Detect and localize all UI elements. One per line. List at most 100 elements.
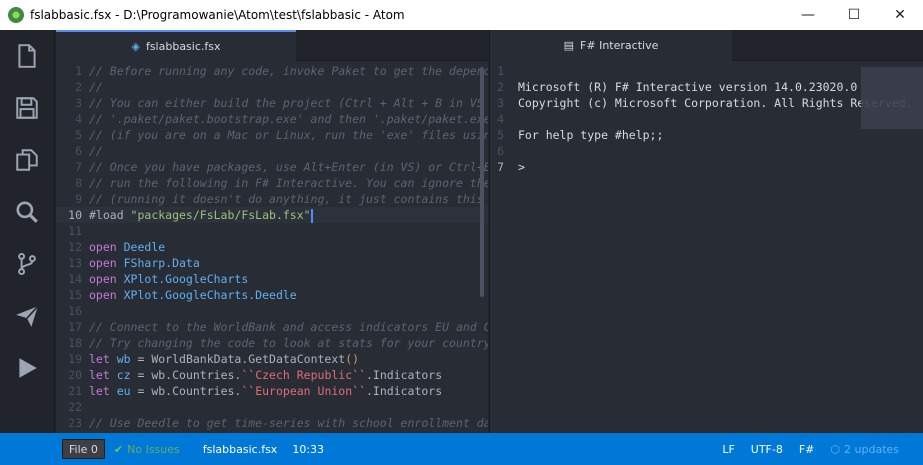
line-number: 1 xyxy=(75,64,82,78)
console-line[interactable]: 3 Copyright (c) Microsoft Corporation. Al… xyxy=(490,95,923,111)
line-number: 11 xyxy=(68,224,82,238)
encoding[interactable]: UTF-8 xyxy=(751,443,783,456)
cursor-position[interactable]: 10:33 xyxy=(292,443,324,456)
line-source: // xyxy=(89,143,103,159)
code-token: #load xyxy=(89,208,131,222)
package-icon: ⬡ xyxy=(830,442,841,456)
line-source: // (running it doesn't do anything, it j… xyxy=(89,191,484,207)
code-editor[interactable]: 1 // Before running any code, invoke Pake… xyxy=(56,61,488,433)
tab-fslabbasic[interactable]: ◈ fslabbasic.fsx xyxy=(56,30,296,61)
code-line[interactable]: 5 // (if you are on a Mac or Linux, run t… xyxy=(56,127,488,143)
code-line[interactable]: 10 #load "packages/FsLab/FsLab.fsx" xyxy=(56,207,488,223)
line-ending[interactable]: LF xyxy=(722,443,734,456)
console-line[interactable]: 7 > xyxy=(490,159,923,175)
code-line[interactable]: 23 // Use Deedle to get time-series with … xyxy=(56,415,488,431)
line-number: 19 xyxy=(68,352,82,366)
minimap[interactable] xyxy=(861,67,923,129)
code-token: XPlot.GoogleCharts.Deedle xyxy=(123,288,297,302)
code-token: // Use Deedle to get time-series with sc… xyxy=(89,416,488,430)
save-icon[interactable] xyxy=(13,94,41,122)
line-source: // '.paket/paket.bootstrap.exe' and then… xyxy=(89,111,488,127)
tab-label: F# Interactive xyxy=(580,39,659,52)
line-source: // Once you have packages, use Alt+Enter… xyxy=(89,159,488,175)
code-line[interactable]: 3 // You can either build the project (Ct… xyxy=(56,95,488,111)
grammar[interactable]: F# xyxy=(799,443,815,456)
copy-icon[interactable] xyxy=(13,146,41,174)
code-line[interactable]: 22 xyxy=(56,399,488,415)
line-number: 3 xyxy=(75,96,82,110)
editor-scrollbar[interactable] xyxy=(480,67,484,297)
code-line[interactable]: 20 let cz = wb.Countries.``Czech Republic… xyxy=(56,367,488,383)
line-number: 8 xyxy=(75,176,82,190)
code-token: () xyxy=(345,352,360,366)
code-line[interactable]: 17 // Connect to the WorldBank and access… xyxy=(56,319,488,335)
code-token: European Union xyxy=(255,384,353,398)
line-number: 4 xyxy=(497,112,504,126)
console-line[interactable]: 4 xyxy=(490,111,923,127)
git-branch-icon[interactable] xyxy=(13,250,41,278)
fsi-console[interactable]: 1 2 Microsoft (R) F# Interactive version 1… xyxy=(490,61,923,433)
console-line[interactable]: 1 xyxy=(490,63,923,79)
code-line[interactable]: 7 // Once you have packages, use Alt+Ente… xyxy=(56,159,488,175)
code-token: Czech Republic xyxy=(255,368,353,382)
search-icon[interactable] xyxy=(13,198,41,226)
line-number: 9 xyxy=(75,192,82,206)
code-token: = WorldBankData.GetDataContext xyxy=(130,352,346,366)
maximize-button[interactable]: ☐ xyxy=(831,0,877,30)
fsi-tab-bar: ▤ F# Interactive xyxy=(490,30,923,61)
code-line[interactable]: 9 // (running it doesn't do anything, it … xyxy=(56,191,488,207)
file-count-button[interactable]: File 0 xyxy=(62,439,105,459)
code-token: cz xyxy=(116,368,131,382)
line-source: open FSharp.Data xyxy=(89,255,200,271)
file-icon[interactable] xyxy=(13,42,41,70)
line-source: open Deedle xyxy=(89,239,165,255)
line-number: 15 xyxy=(68,288,82,302)
code-line[interactable]: 11 xyxy=(56,223,488,239)
code-line[interactable]: 1 // Before running any code, invoke Pake… xyxy=(56,63,488,79)
line-number: 23 xyxy=(68,416,82,430)
code-token: // (running it doesn't do anything, it j… xyxy=(89,192,484,206)
code-line[interactable]: 14 open XPlot.GoogleCharts xyxy=(56,271,488,287)
code-token: open xyxy=(89,272,124,286)
line-number: 4 xyxy=(75,112,82,126)
console-line[interactable]: 5 For help type #help;; xyxy=(490,127,923,143)
updates-indicator[interactable]: ⬡ 2 updates xyxy=(830,443,915,456)
console-line[interactable]: 6 xyxy=(490,143,923,159)
code-line[interactable]: 8 // run the following in F# Interactive.… xyxy=(56,175,488,191)
code-line[interactable]: 2 // xyxy=(56,79,488,95)
status-filename[interactable]: fslabbasic.fsx xyxy=(203,443,278,456)
code-token: wb xyxy=(116,352,131,366)
code-line[interactable]: 6 // xyxy=(56,143,488,159)
code-token: FSharp.Data xyxy=(123,256,200,270)
close-button[interactable]: ✕ xyxy=(877,0,923,30)
code-line[interactable]: 16 xyxy=(56,303,488,319)
code-line[interactable]: 21 let eu = wb.Countries.``European Union… xyxy=(56,383,488,399)
code-token: // (if you are on a Mac or Linux, run th… xyxy=(89,128,488,142)
code-line[interactable]: 18 // Try changing the code to look at st… xyxy=(56,335,488,351)
line-number: 20 xyxy=(68,368,82,382)
line-source: // Before running any code, invoke Paket… xyxy=(89,63,488,79)
console-line[interactable]: 2 Microsoft (R) F# Interactive version 14… xyxy=(490,79,923,95)
line-number: 13 xyxy=(68,256,82,270)
line-number: 14 xyxy=(68,272,82,286)
tab-label: fslabbasic.fsx xyxy=(145,40,221,53)
code-line[interactable]: 19 let wb = WorldBankData.GetDataContext(… xyxy=(56,351,488,367)
line-number: 6 xyxy=(497,144,504,158)
line-source: // You can either build the project (Ctr… xyxy=(89,95,484,111)
code-line[interactable]: 15 open XPlot.GoogleCharts.Deedle xyxy=(56,287,488,303)
run-icon[interactable] xyxy=(13,354,41,382)
line-number: 3 xyxy=(497,96,504,110)
linter-status[interactable]: ✔ No Issues xyxy=(114,443,180,456)
send-icon[interactable] xyxy=(13,302,41,330)
code-line[interactable]: 13 open FSharp.Data xyxy=(56,255,488,271)
code-line[interactable]: 12 open Deedle xyxy=(56,239,488,255)
tab-fsharp-interactive[interactable]: ▤ F# Interactive xyxy=(490,30,732,61)
minimize-button[interactable]: — xyxy=(785,0,831,30)
issues-label: No Issues xyxy=(127,442,180,456)
code-line[interactable]: 4 // '.paket/paket.bootstrap.exe' and the… xyxy=(56,111,488,127)
code-token: open xyxy=(89,288,124,302)
line-source: let cz = wb.Countries.``Czech Republic``… xyxy=(89,367,442,383)
code-token: // You can either build the project (Ctr… xyxy=(89,96,484,110)
title-bar: fslabbasic.fsx - D:\Programowanie\Atom\t… xyxy=(0,0,923,30)
line-source: let wb = WorldBankData.GetDataContext() xyxy=(89,351,359,367)
